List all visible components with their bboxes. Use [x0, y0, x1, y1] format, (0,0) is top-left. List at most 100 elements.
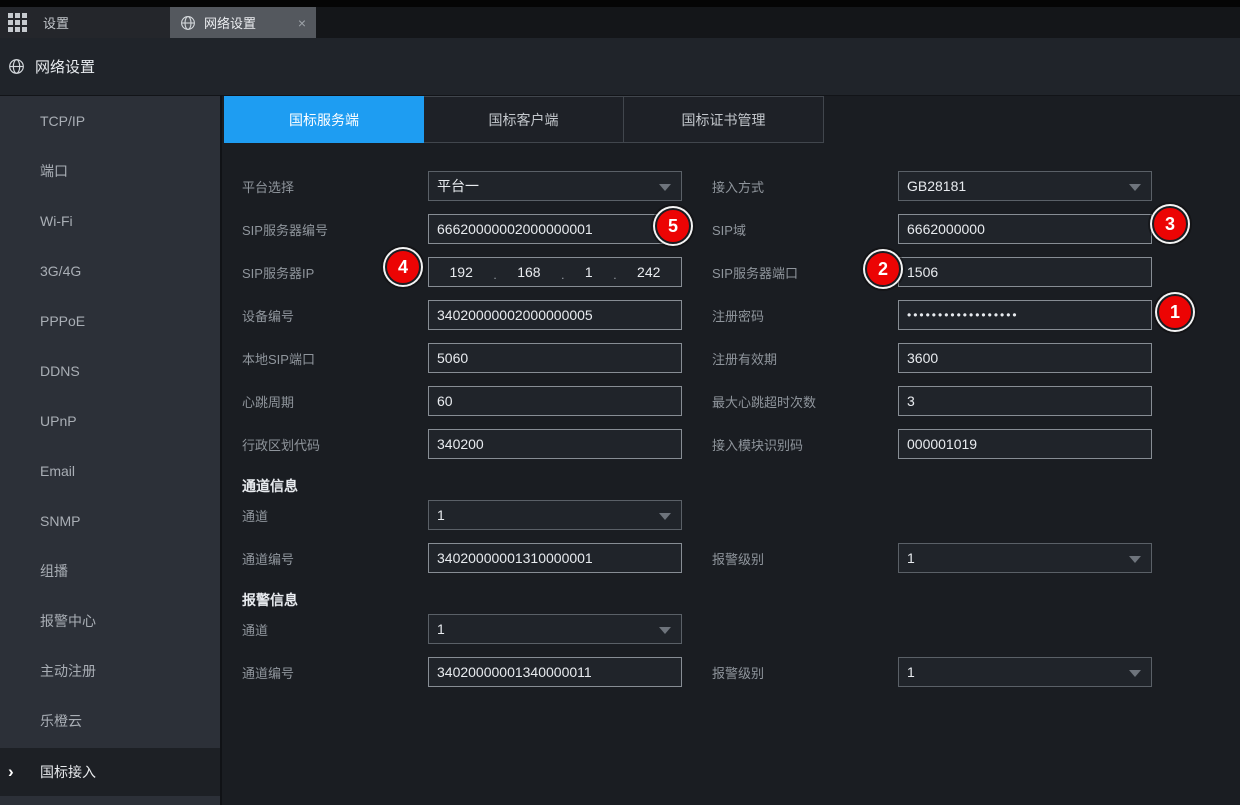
- alarm-level-value: 1: [907, 664, 915, 680]
- main-menu-tab[interactable]: 设置: [0, 7, 170, 38]
- channel-dropdown[interactable]: 1: [428, 500, 682, 530]
- close-tab-icon[interactable]: ×: [298, 15, 306, 31]
- tab-label: 国标客户端: [489, 110, 559, 130]
- platform-select-dropdown[interactable]: 平台一: [428, 171, 682, 201]
- tab-gb-cert-manage[interactable]: 国标证书管理: [624, 96, 824, 143]
- sidebar-item-wifi[interactable]: Wi-Fi: [0, 196, 220, 246]
- sip-domain-input[interactable]: [898, 214, 1152, 244]
- alarm-level-value: 1: [907, 550, 915, 566]
- register-validity-input[interactable]: [898, 343, 1152, 373]
- local-sip-port-input[interactable]: [428, 343, 682, 373]
- heartbeat-period-label: 心跳周期: [242, 392, 428, 411]
- sip-domain-label: SIP域: [712, 220, 898, 239]
- register-validity-label: 注册有效期: [712, 349, 898, 368]
- grid-menu-icon: [8, 13, 27, 32]
- sip-server-id-label: SIP服务器编号: [242, 220, 428, 239]
- tab-gb-server[interactable]: 国标服务端: [224, 96, 424, 143]
- titlebar: 设置 网络设置 ×: [0, 0, 1240, 38]
- access-module-id-label: 接入模块识别码: [712, 435, 898, 454]
- form-row: 行政区划代码 接入模块识别码: [242, 429, 1202, 459]
- sidebar-item-label: 主动注册: [40, 661, 96, 681]
- titlebar-empty-space: [316, 7, 1240, 38]
- globe-icon: [180, 15, 196, 31]
- sidebar-item-lechange[interactable]: 乐橙云: [0, 696, 220, 746]
- sidebar-item-ddns[interactable]: DDNS: [0, 346, 220, 396]
- sip-server-ip-input[interactable]: 192 . 168 . 1 . 242: [428, 257, 682, 287]
- main-menu-label: 设置: [43, 13, 69, 32]
- platform-select-label: 平台选择: [242, 177, 428, 196]
- sidebar-item-label: 端口: [40, 161, 68, 181]
- max-heartbeat-timeouts-label: 最大心跳超时次数: [712, 392, 898, 411]
- alarm-channel-id-input[interactable]: [428, 657, 682, 687]
- sidebar-item-snmp[interactable]: SNMP: [0, 496, 220, 546]
- ip-octet-2[interactable]: 168: [517, 264, 540, 280]
- ip-octet-1[interactable]: 192: [450, 264, 473, 280]
- device-id-label: 设备编号: [242, 306, 428, 325]
- sidebar-item-3g4g[interactable]: 3G/4G: [0, 246, 220, 296]
- sidebar-item-gb28181[interactable]: › 国标接入: [0, 748, 220, 796]
- chevron-down-icon: [659, 184, 671, 191]
- ip-separator: .: [561, 268, 564, 282]
- channel-label: 通道: [242, 506, 428, 525]
- admin-division-code-input[interactable]: [428, 429, 682, 459]
- alarm-level-dropdown[interactable]: 1: [898, 543, 1152, 573]
- access-type-value: GB28181: [907, 178, 966, 194]
- form-row: 通道 1: [242, 614, 1202, 644]
- sidebar-item-upnp[interactable]: UPnP: [0, 396, 220, 446]
- device-id-input[interactable]: [428, 300, 682, 330]
- annotation-badge-4: 4: [385, 249, 421, 285]
- globe-icon: [8, 58, 25, 75]
- sidebar-item-label: PPPoE: [40, 313, 85, 329]
- channel-id-label: 通道编号: [242, 549, 428, 568]
- platform-select-value: 平台一: [437, 176, 479, 196]
- access-type-dropdown[interactable]: GB28181: [898, 171, 1152, 201]
- ip-separator: .: [613, 268, 616, 282]
- annotation-badge-1: 1: [1157, 294, 1193, 330]
- channel-id-input[interactable]: [428, 543, 682, 573]
- channel-value: 1: [437, 507, 445, 523]
- form-row: SIP服务器编号 SIP域: [242, 214, 1202, 244]
- chevron-down-icon: [659, 627, 671, 634]
- alarm-info-alarm-level-dropdown[interactable]: 1: [898, 657, 1152, 687]
- sidebar-item-tcpip[interactable]: TCP/IP: [0, 96, 220, 146]
- sidebar-item-port[interactable]: 端口: [0, 146, 220, 196]
- sidebar-item-label: SNMP: [40, 513, 80, 529]
- form-row: 本地SIP端口 注册有效期: [242, 343, 1202, 373]
- sidebar-item-alarm-center[interactable]: 报警中心: [0, 596, 220, 646]
- tab-gb-client[interactable]: 国标客户端: [424, 96, 624, 143]
- network-settings-doc-tab[interactable]: 网络设置 ×: [170, 7, 316, 38]
- sidebar-item-label: 国标接入: [40, 762, 96, 782]
- alarm-channel-dropdown[interactable]: 1: [428, 614, 682, 644]
- ip-octet-3[interactable]: 1: [585, 264, 593, 280]
- sip-server-id-input[interactable]: [428, 214, 682, 244]
- tab-label: 国标服务端: [289, 110, 359, 130]
- sidebar-item-label: 报警中心: [40, 611, 96, 631]
- access-module-id-input[interactable]: [898, 429, 1152, 459]
- max-heartbeat-timeouts-input[interactable]: [898, 386, 1152, 416]
- sidebar-item-multicast[interactable]: 组播: [0, 546, 220, 596]
- channel-info-section-title: 通道信息: [242, 472, 1202, 500]
- chevron-right-icon: ›: [8, 762, 14, 782]
- gb-server-form: 1 2 3 4 5 平台选择 平台一 接入方式 GB28181: [242, 171, 1202, 687]
- register-password-input[interactable]: [898, 300, 1152, 330]
- page-title: 网络设置: [35, 56, 95, 77]
- sidebar-item-auto-register[interactable]: 主动注册: [0, 646, 220, 696]
- chevron-down-icon: [1129, 670, 1141, 677]
- ip-octet-4[interactable]: 242: [637, 264, 660, 280]
- sidebar-item-label: Email: [40, 463, 75, 479]
- form-row: 通道编号 报警级别 1: [242, 543, 1202, 573]
- access-type-label: 接入方式: [712, 177, 898, 196]
- sidebar-item-email[interactable]: Email: [0, 446, 220, 496]
- sidebar-item-label: Wi-Fi: [40, 213, 73, 229]
- sidebar-item-pppoe[interactable]: PPPoE: [0, 296, 220, 346]
- alarm-channel-value: 1: [437, 621, 445, 637]
- alarm-level-label: 报警级别: [712, 549, 898, 568]
- annotation-badge-3: 3: [1152, 206, 1188, 242]
- heartbeat-period-input[interactable]: [428, 386, 682, 416]
- form-row: 设备编号 注册密码: [242, 300, 1202, 330]
- main-content: 国标服务端 国标客户端 国标证书管理 1 2 3 4 5 平台选择 平台一: [222, 96, 1240, 805]
- admin-division-code-label: 行政区划代码: [242, 435, 428, 454]
- ip-separator: .: [493, 268, 496, 282]
- sip-server-port-input[interactable]: [898, 257, 1152, 287]
- annotation-badge-5: 5: [655, 208, 691, 244]
